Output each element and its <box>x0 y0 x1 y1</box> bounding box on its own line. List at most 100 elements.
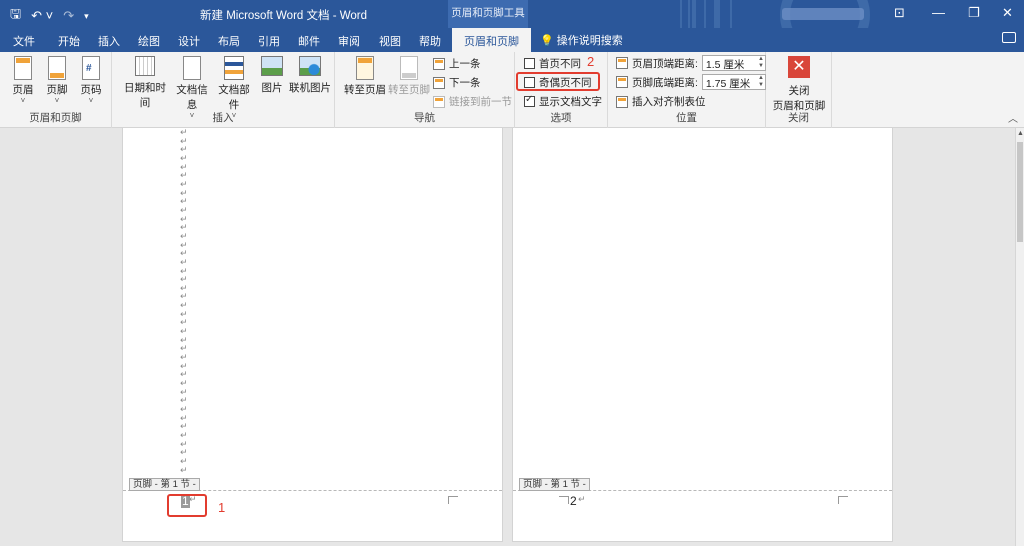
tab-header-footer[interactable]: 页眉和页脚 <box>452 28 531 52</box>
footer-icon <box>48 56 66 80</box>
goto-footer-button: 转至页脚 <box>387 56 431 97</box>
lightbulb-icon: 💡 <box>540 35 554 47</box>
margin-corner-mark <box>838 496 848 504</box>
tab-home[interactable]: 开始 <box>58 33 80 49</box>
date-time-button[interactable]: 日期和时间 <box>120 56 170 110</box>
tab-insert[interactable]: 插入 <box>98 33 120 49</box>
collapse-ribbon-icon[interactable]: ︿ <box>1008 110 1018 125</box>
footer-from-bottom-row: 页脚底端距离: 1.75 厘米 ▲ ▼ <box>616 74 766 90</box>
ribbon-tabs: 文件 开始 插入 绘图 设计 布局 引用 邮件 审阅 视图 帮助 页眉和页脚 💡… <box>0 28 1024 52</box>
context-tools-title: 页眉和页脚工具 <box>448 0 528 28</box>
paragraph-mark: ↵ <box>578 494 586 504</box>
goto-header-button[interactable]: 转至页眉 <box>343 56 387 97</box>
online-picture-icon <box>299 56 321 76</box>
chevron-down-icon: ˅ <box>20 96 26 105</box>
tab-view[interactable]: 视图 <box>379 33 401 49</box>
group-header-footer: 页眉 ˅ 页脚 ˅ # 页码 ˅ 页眉和页脚 <box>0 52 112 128</box>
group-label: 位置 <box>676 112 697 124</box>
page-number-button[interactable]: # 页码 ˅ <box>76 56 106 105</box>
insert-alignment-tab-button[interactable]: 插入对齐制表位 <box>616 94 706 109</box>
spin-arrows-icon[interactable]: ▲ ▼ <box>758 56 764 70</box>
spin-arrows-icon[interactable]: ▲ ▼ <box>758 75 764 89</box>
page-2[interactable]: 页脚 - 第 1 节 - 2 ↵ <box>512 128 893 542</box>
goto-footer-icon <box>400 56 418 80</box>
scrollbar-thumb[interactable] <box>1017 142 1023 242</box>
group-label: 插入 <box>212 112 234 124</box>
tab-help[interactable]: 帮助 <box>419 33 441 49</box>
tab-file[interactable]: 文件 <box>13 33 35 49</box>
annotation-box-odd-even <box>516 72 600 91</box>
online-picture-button[interactable]: 联机图片 <box>288 56 332 95</box>
footer-button[interactable]: 页脚 ˅ <box>42 56 72 105</box>
group-close: ✕ 关闭 页眉和页脚 关闭 <box>766 52 832 128</box>
comments-icon[interactable] <box>1002 32 1016 43</box>
tab-mailings[interactable]: 邮件 <box>298 33 320 49</box>
customize-qat-icon[interactable]: ▾ <box>84 11 89 22</box>
chevron-down-icon: ˅ <box>54 96 60 105</box>
next-icon <box>433 76 445 89</box>
footer-position-icon <box>616 76 628 88</box>
group-label: 页眉和页脚 <box>29 112 82 124</box>
picture-button[interactable]: 图片 <box>258 56 286 95</box>
page-number-field[interactable]: 2 <box>570 494 577 508</box>
header-from-top-input[interactable]: 1.5 厘米 ▲ ▼ <box>701 55 766 71</box>
tab-draw[interactable]: 绘图 <box>138 33 160 49</box>
minimize-icon[interactable]: — <box>932 5 945 20</box>
vertical-scrollbar[interactable]: ▲ <box>1015 128 1024 546</box>
undo-icon[interactable]: ↶ ˅ <box>31 8 53 24</box>
footer-from-bottom-input[interactable]: 1.75 厘米 ▲ ▼ <box>701 74 766 90</box>
footer-section-tag: 页脚 - 第 1 节 - <box>519 478 590 491</box>
link-icon <box>433 95 445 108</box>
doc-parts-icon <box>224 56 244 80</box>
next-button[interactable]: 下一条 <box>433 75 481 90</box>
group-position: 页眉顶端距离: 1.5 厘米 ▲ ▼ 页脚底端距离: 1.75 厘米 ▲ ▼ 插入对齐制表位… <box>608 52 766 128</box>
page-number-icon: # <box>82 56 100 80</box>
goto-header-icon <box>356 56 374 80</box>
different-first-page-checkbox[interactable]: 首页不同 <box>524 56 581 71</box>
header-position-icon <box>616 57 628 69</box>
checkbox-checked-icon <box>524 94 535 107</box>
chevron-down-icon: ˅ <box>88 96 94 105</box>
calendar-icon <box>135 56 155 76</box>
tab-references[interactable]: 引用 <box>258 33 280 49</box>
annotation-box-page-number <box>167 494 207 517</box>
tab-design[interactable]: 设计 <box>178 33 200 49</box>
close-icon: ✕ <box>788 56 810 78</box>
document-area[interactable]: ↵ ↵ ↵ ↵ ↵ ↵ ↵ ↵ ↵ ↵ ↵ ↵ ↵ ↵ ↵ ↵ ↵ ↵ ↵ ↵ ↵ ↵ ↵ ↵ ↵ ↵ ↵ ↵ ↵ ↵ ↵ ↵ ↵ ↵ ↵ ↵ ↵ ↵ ↵ ↵… <box>0 128 1015 546</box>
previous-button[interactable]: 上一条 <box>433 56 481 71</box>
ribbon-display-options-icon[interactable]: ⊡ <box>894 5 905 21</box>
paragraph-mark: ↵ <box>180 464 188 475</box>
group-label: 选项 <box>550 112 572 124</box>
header-from-top-row: 页眉顶端距离: 1.5 厘米 ▲ ▼ <box>616 55 766 71</box>
user-account-blurred[interactable] <box>782 8 864 20</box>
scroll-up-icon[interactable]: ▲ <box>1017 130 1024 137</box>
close-header-footer-button[interactable]: ✕ 关闭 页眉和页脚 <box>770 56 828 113</box>
tab-review[interactable]: 审阅 <box>338 33 360 49</box>
header-button[interactable]: 页眉 ˅ <box>8 56 38 105</box>
annotation-label-1: 1 <box>218 500 226 515</box>
quick-access-toolbar: 🖫 ↶ ˅ ↷ ▾ <box>10 5 89 27</box>
redo-icon[interactable]: ↷ <box>63 8 74 24</box>
tell-me-search[interactable]: 💡 操作说明搜索 <box>540 32 623 48</box>
window-title: 新建 Microsoft Word 文档 - Word <box>200 10 367 22</box>
picture-icon <box>261 56 283 76</box>
tab-layout[interactable]: 布局 <box>218 33 240 49</box>
checkbox-unchecked-icon <box>524 58 535 69</box>
close-window-icon[interactable]: ✕ <box>1002 5 1013 21</box>
margin-corner-mark <box>448 496 458 504</box>
group-label: 导航 <box>414 112 435 124</box>
page-1[interactable]: ↵ ↵ ↵ ↵ ↵ ↵ ↵ ↵ ↵ ↵ ↵ ↵ ↵ ↵ ↵ ↵ ↵ ↵ ↵ ↵ ↵ ↵ ↵ ↵ ↵ ↵ ↵ ↵ ↵ ↵ ↵ ↵ ↵ ↵ ↵ ↵ ↵ ↵ ↵ ↵… <box>122 128 503 542</box>
paragraph-marks-column: ↵ ↵ ↵ ↵ ↵ ↵ ↵ ↵ ↵ ↵ ↵ ↵ ↵ ↵ ↵ ↵ ↵ ↵ ↵ ↵ ↵ ↵ ↵ ↵ ↵ ↵ ↵ ↵ ↵ ↵ ↵ ↵ ↵ ↵ ↵ ↵ ↵ ↵ ↵ ↵ <box>180 128 188 474</box>
alignment-tab-icon <box>616 95 628 108</box>
annotation-label-2: 2 <box>587 54 595 69</box>
restore-icon[interactable]: ❐ <box>968 5 980 21</box>
header-icon <box>14 56 32 80</box>
save-icon[interactable]: 🖫 <box>10 5 21 27</box>
group-insert: 日期和时间 文档信息 ˅ 文档部件 ˅ 图片 联机图片 插入 <box>112 52 335 128</box>
group-label: 关闭 <box>788 112 809 124</box>
group-navigation: 转至页眉 转至页脚 上一条 下一条 链接到前一节 导航 <box>335 52 515 128</box>
title-bar: 🖫 ↶ ˅ ↷ ▾ 新建 Microsoft Word 文档 - Word 页眉… <box>0 0 1024 52</box>
show-document-text-checkbox[interactable]: 显示文档文字 <box>524 94 602 109</box>
footer-section-tag: 页脚 - 第 1 节 - <box>129 478 200 491</box>
ribbon: 页眉 ˅ 页脚 ˅ # 页码 ˅ 页眉和页脚 日期和时间 文档信息 ˅ 文档部件… <box>0 52 1024 128</box>
